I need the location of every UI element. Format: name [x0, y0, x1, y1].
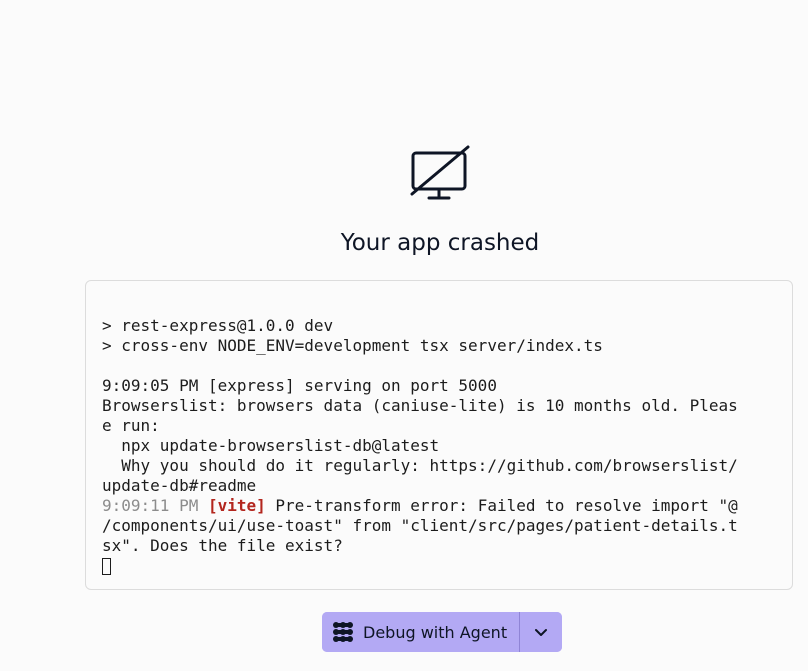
console-line: 9:09:05 PM [express] serving on port 500… — [102, 376, 497, 395]
terminal-cursor — [102, 558, 111, 575]
debug-button-label: Debug with Agent — [363, 622, 508, 642]
error-timestamp: 9:09:11 PM — [102, 496, 199, 515]
console-error-line: sx". Does the file exist? — [102, 536, 343, 555]
page-title: Your app crashed — [340, 230, 540, 256]
console-error-line: 9:09:11 PM [vite] Pre-transform error: F… — [102, 496, 792, 516]
error-tag: [vite] — [207, 496, 266, 515]
debug-with-agent-button[interactable]: Debug with Agent — [322, 612, 520, 652]
console-line: > cross-env NODE_ENV=development tsx ser… — [102, 336, 603, 355]
console-line: update-db#readme — [102, 476, 257, 495]
agent-icon — [333, 622, 353, 642]
chevron-down-icon — [535, 628, 548, 636]
debug-button-group: Debug with Agent — [322, 612, 563, 652]
console-line: npx update-browserslist-db@latest — [102, 436, 440, 455]
error-message: Pre-transform error: Failed to resolve i… — [265, 496, 738, 515]
monitor-off-icon — [410, 145, 470, 200]
console-output[interactable]: > rest-express@1.0.0 dev > cross-env NOD… — [85, 280, 793, 590]
console-prompt — [102, 556, 792, 576]
console-line: Why you should do it regularly: https://… — [102, 456, 738, 475]
console-line: > rest-express@1.0.0 dev — [102, 316, 334, 335]
debug-options-dropdown-button[interactable] — [520, 612, 563, 652]
console-line: Browserslist: browsers data (caniuse-lit… — [102, 396, 738, 415]
console-line: e run: — [102, 416, 160, 435]
console-error-line: /components/ui/use-toast" from "client/s… — [102, 516, 738, 535]
